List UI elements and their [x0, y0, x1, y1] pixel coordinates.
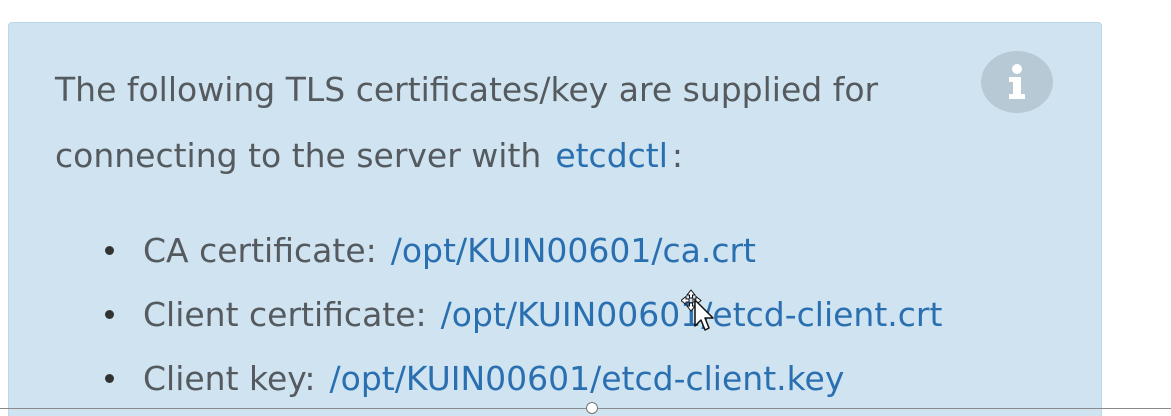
move-cursor-icon [681, 289, 714, 331]
client-key-path: /opt/KUIN00601/etcd-client.key [329, 359, 845, 398]
info-callout: The following TLS certificates/key are s… [8, 22, 1102, 416]
list-item-client-certificate: Client certificate:/opt/KUIN00601/etcd-c… [55, 283, 942, 347]
list-item-ca-certificate: CA certificate: /opt/KUIN00601/ca.crt [55, 219, 942, 283]
resize-handle[interactable] [586, 402, 598, 414]
bullet-icon [105, 246, 114, 255]
bullet-icon [105, 310, 114, 319]
info-icon [981, 51, 1053, 113]
ca-certificate-path: /opt/KUIN00601/ca.crt [390, 231, 756, 270]
bullet-icon [105, 374, 114, 383]
etcdctl-command: etcdctl [555, 136, 668, 175]
client-key-label: Client key: [143, 359, 316, 398]
list-item-client-key: Client key: /opt/KUIN00601/etcd-client.ke… [55, 347, 942, 411]
certificate-list: CA certificate: /opt/KUIN00601/ca.crt Cli… [55, 219, 942, 411]
ca-certificate-label: CA certificate: [143, 231, 377, 270]
info-icon-glyph [1009, 64, 1025, 99]
page: The following TLS certificates/key are s… [0, 0, 1171, 416]
intro-paragraph: The following TLS certificates/key are s… [55, 57, 955, 189]
client-certificate-label: Client certificate: [143, 295, 427, 334]
intro-suffix: : [671, 136, 684, 175]
intro-text: The following TLS certificates/key are s… [55, 70, 879, 175]
